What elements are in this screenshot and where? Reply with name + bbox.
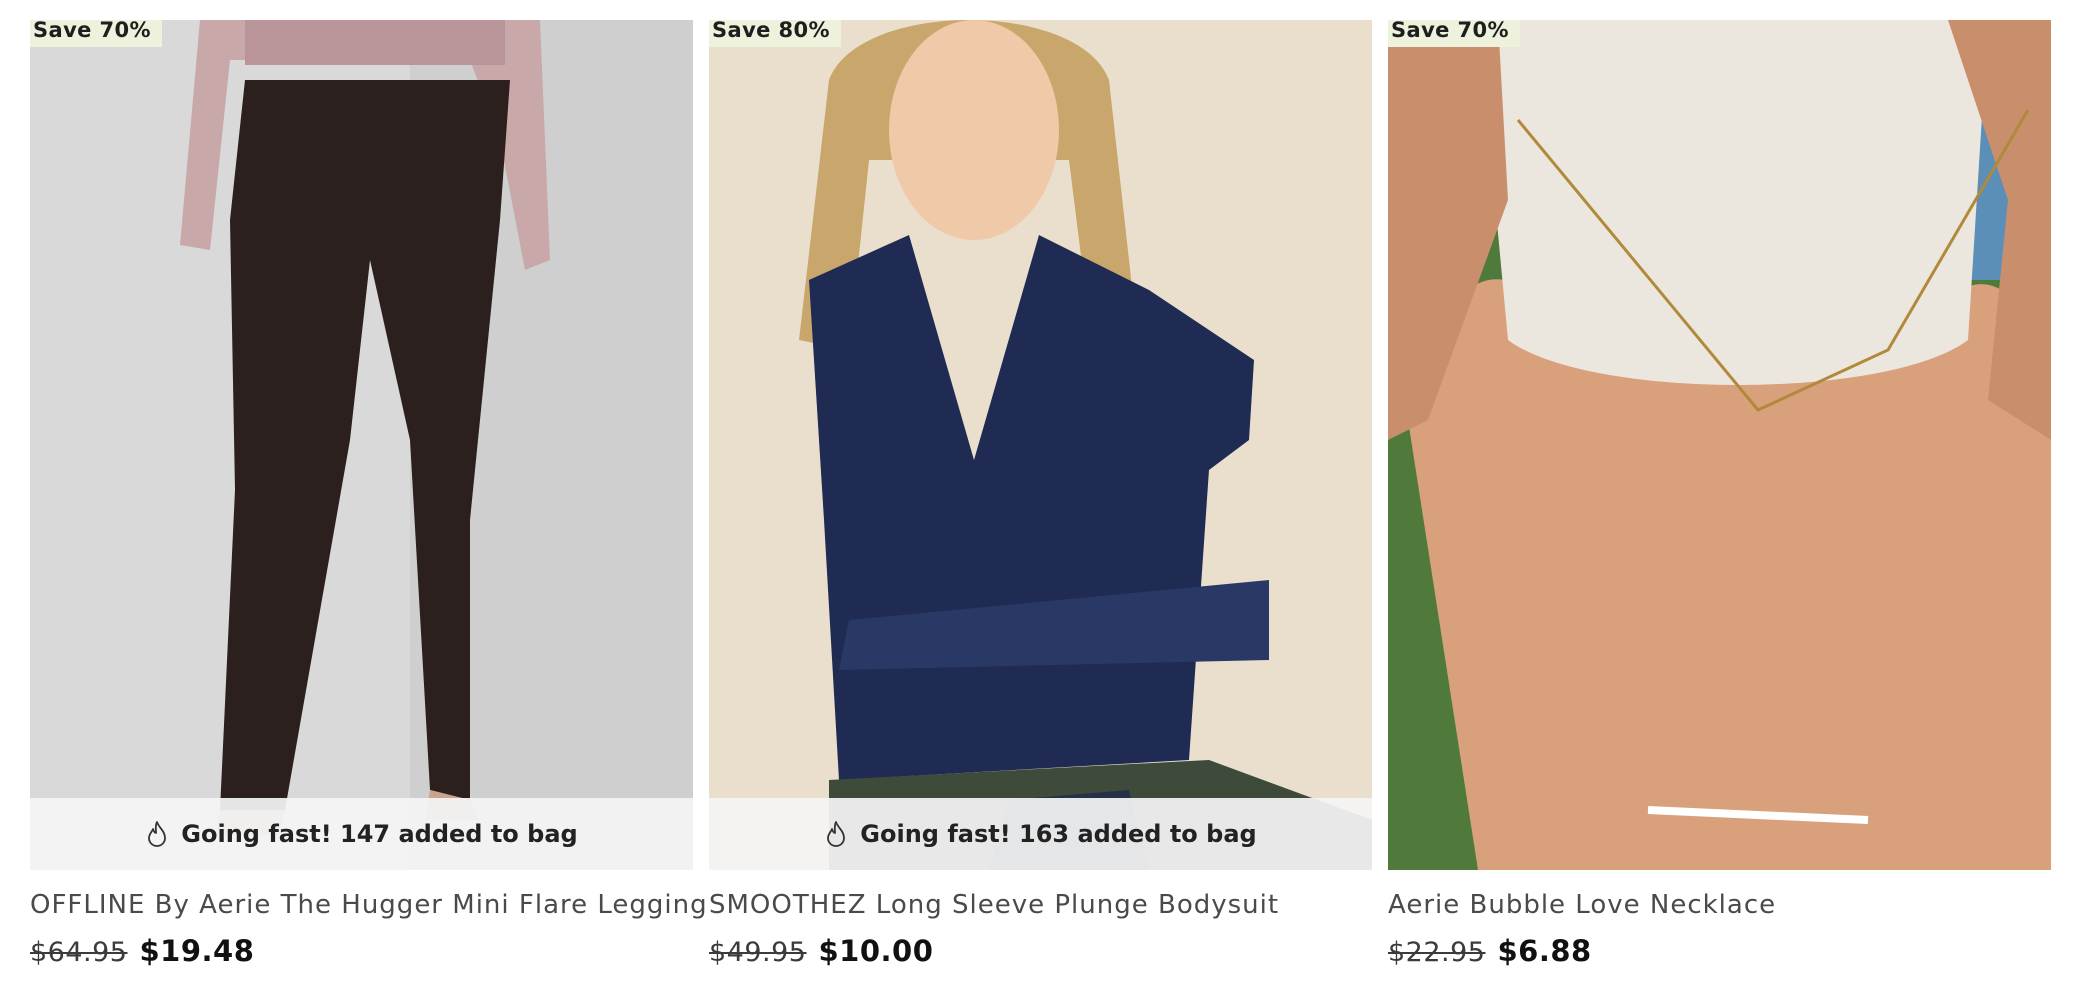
original-price: $64.95	[30, 937, 128, 968]
product-image-necklace[interactable]: Save 70%	[1388, 20, 2051, 870]
price-row: $22.95 $6.88	[1388, 934, 2051, 968]
sale-price: $19.48	[139, 934, 255, 968]
product-title[interactable]: OFFLINE By Aerie The Hugger Mini Flare L…	[30, 890, 707, 920]
flame-icon	[824, 820, 848, 848]
price-row: $49.95 $10.00	[709, 934, 1372, 968]
discount-badge: Save 80%	[709, 20, 842, 47]
product-card-bodysuit[interactable]: Save 80% Going fast! 163 added to bag SM…	[709, 20, 1372, 968]
going-fast-banner: Going fast! 147 added to bag	[30, 798, 693, 870]
product-card-legging[interactable]: Save 70% Going fast! 147 added to bag OF…	[30, 20, 707, 968]
product-title[interactable]: SMOOTHEZ Long Sleeve Plunge Bodysuit	[709, 890, 1372, 920]
product-image-legging[interactable]: Save 70% Going fast! 147 added to bag	[30, 20, 693, 870]
sale-price: $10.00	[818, 934, 934, 968]
product-title[interactable]: Aerie Bubble Love Necklace	[1388, 890, 2051, 920]
going-fast-text: Going fast! 147 added to bag	[181, 820, 578, 848]
price-row: $64.95 $19.48	[30, 934, 693, 968]
product-image-bodysuit[interactable]: Save 80% Going fast! 163 added to bag	[709, 20, 1372, 870]
original-price: $49.95	[709, 937, 807, 968]
discount-badge: Save 70%	[30, 20, 163, 47]
discount-badge: Save 70%	[1388, 20, 1521, 47]
flame-icon	[145, 820, 169, 848]
original-price: $22.95	[1388, 937, 1486, 968]
sale-price: $6.88	[1497, 934, 1592, 968]
product-card-necklace[interactable]: Save 70% Aerie Bubble Love Necklace $22.…	[1388, 20, 2051, 968]
going-fast-banner: Going fast! 163 added to bag	[709, 798, 1372, 870]
going-fast-text: Going fast! 163 added to bag	[860, 820, 1257, 848]
product-grid: Save 70% Going fast! 147 added to bag OF…	[30, 20, 2051, 968]
